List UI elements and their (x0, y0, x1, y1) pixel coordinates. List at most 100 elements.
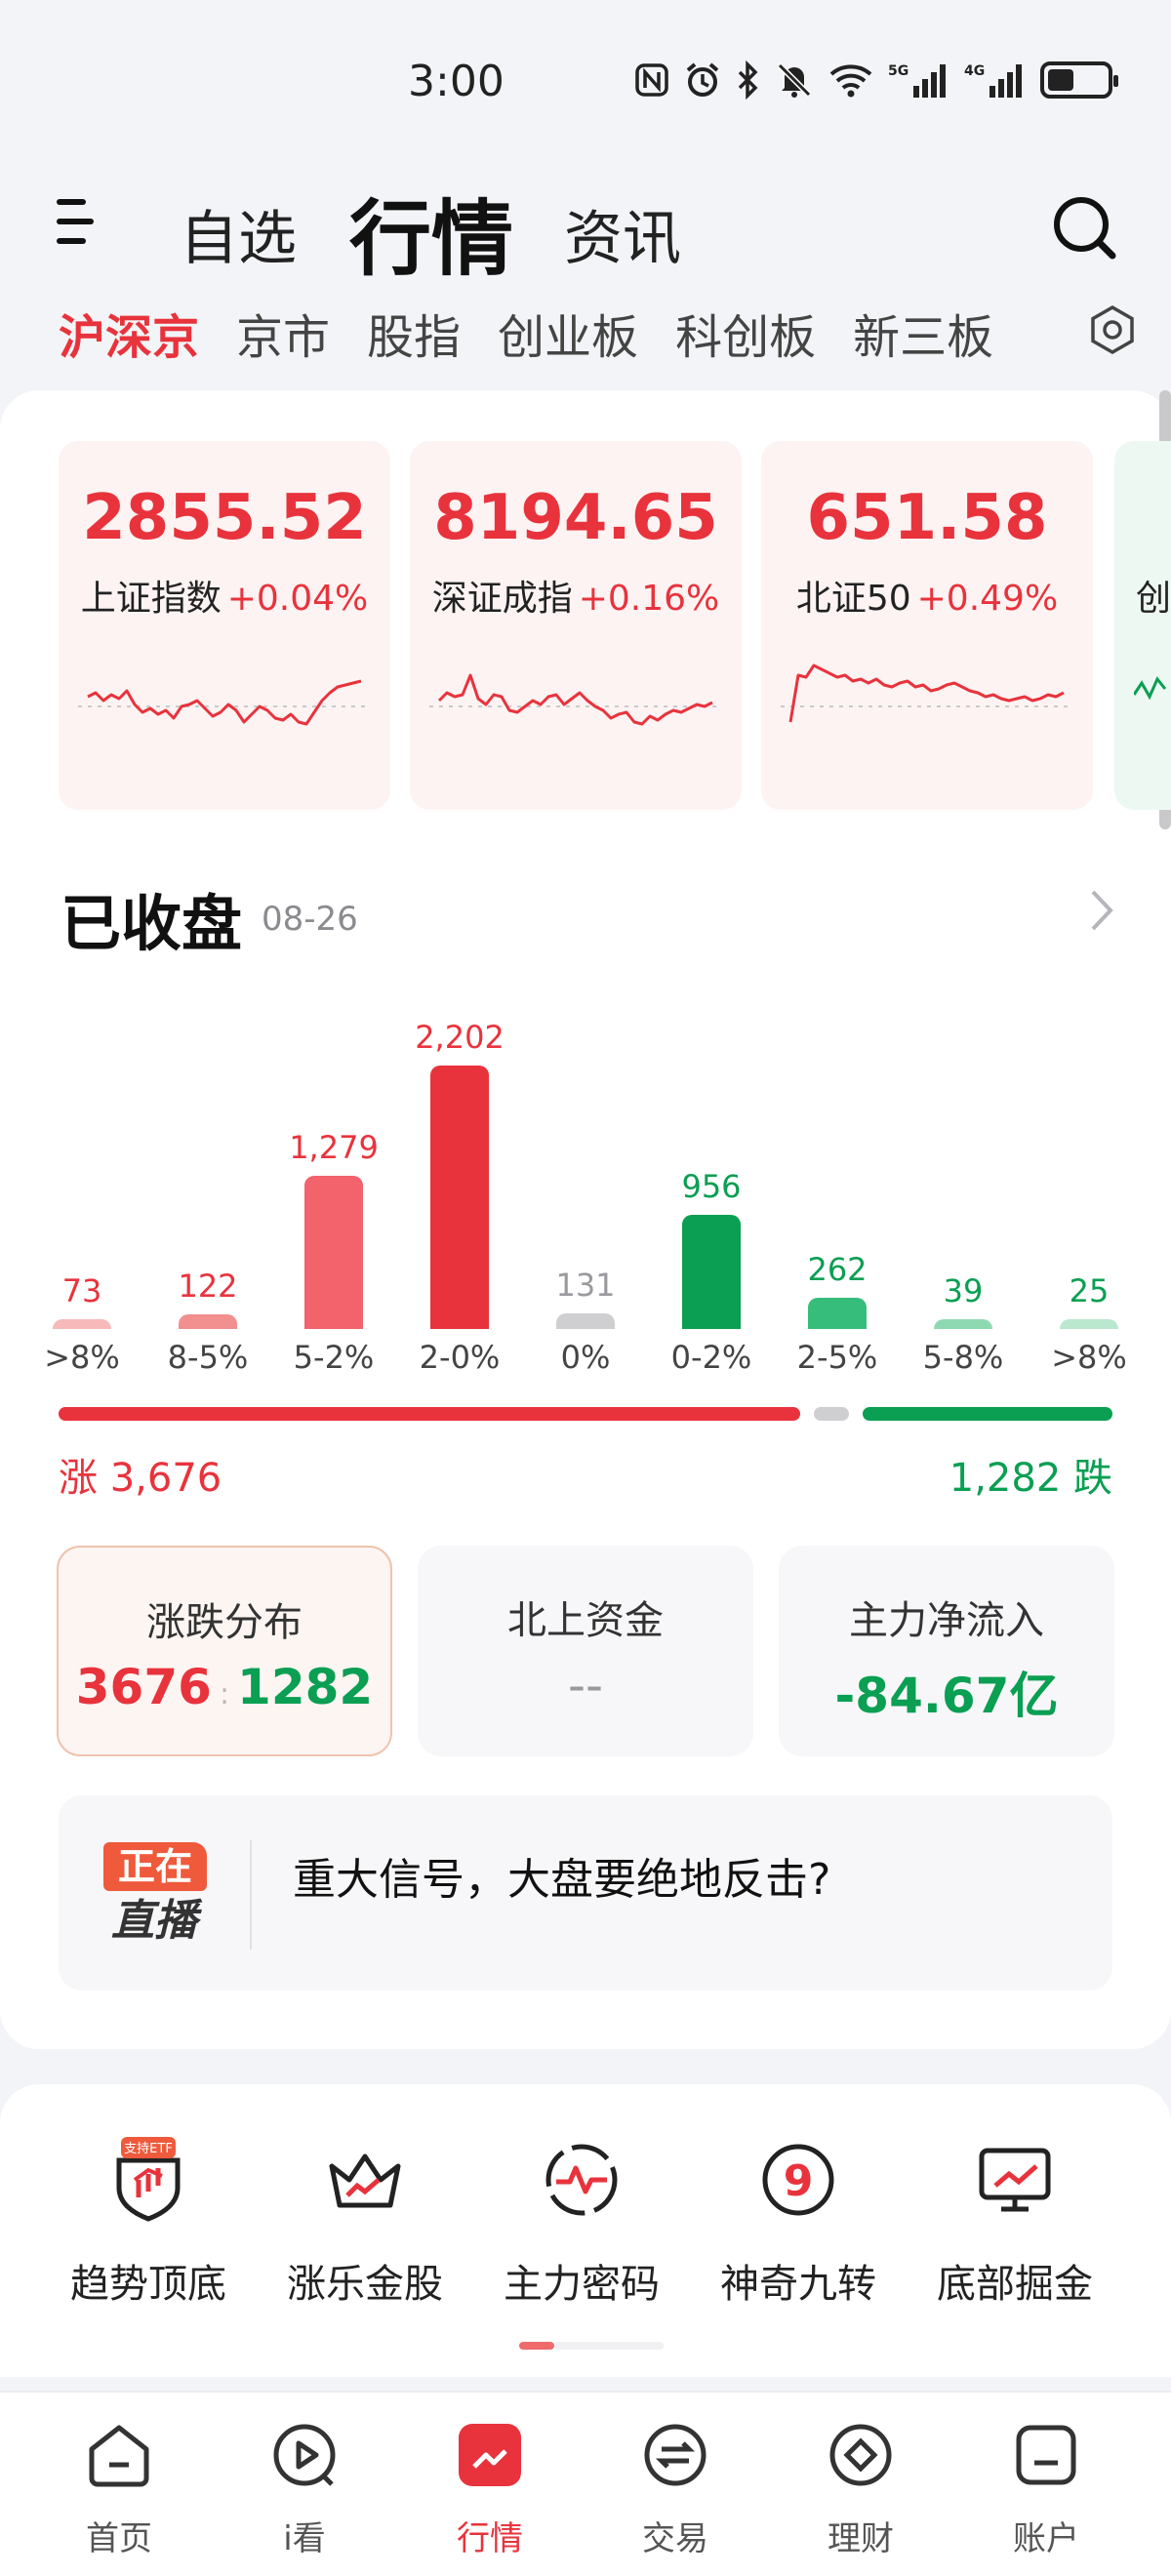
menu-icon[interactable] (57, 195, 101, 250)
nav-label: 账户 (1013, 2519, 1079, 2558)
tab-news[interactable]: 资讯 (564, 191, 681, 276)
distribution-bar (179, 1314, 237, 1329)
diamond-icon (829, 2424, 892, 2486)
live-badge-top: 正在 (103, 1842, 207, 1891)
subtabs-fade (986, 293, 1064, 361)
live-banner[interactable]: 正在 直播 重大信号，大盘要绝地反击? (59, 1795, 1112, 1991)
index-value: 651.58 (806, 482, 1048, 554)
pager-indicator (519, 2342, 554, 2350)
svg-text:支持ETF: 支持ETF (124, 2142, 173, 2156)
settings-hex-icon[interactable] (1085, 302, 1140, 357)
divider (250, 1840, 252, 1950)
account-icon (1016, 2425, 1076, 2485)
4g-signal-icon: 4G (964, 63, 1022, 98)
index-change: +0.04% (226, 579, 369, 619)
subtab-xinsanban[interactable]: 新三板 (853, 299, 993, 367)
nav-label: 首页 (86, 2519, 152, 2558)
tab-market[interactable]: 行情 (349, 174, 513, 292)
distribution-bar-value: 25 (1069, 1272, 1110, 1309)
subtab-hushenjing[interactable]: 沪深京 (59, 299, 199, 367)
distribution-bar (934, 1319, 992, 1329)
fall-portion-bar (862, 1407, 1112, 1421)
flat-portion-bar (813, 1407, 849, 1421)
nfc-icon (635, 63, 668, 97)
distribution-category-label: 8-5% (167, 1339, 249, 1376)
pager-track (554, 2342, 664, 2350)
distribution-bar (430, 1066, 489, 1329)
distribution-bar (53, 1319, 111, 1329)
index-card-peek[interactable]: 创 (1114, 441, 1171, 810)
index-name: 上证指数 (80, 579, 222, 619)
battery-icon (1040, 61, 1118, 99)
index-name: 深证成指 (431, 579, 573, 619)
svg-text:9: 9 (784, 2156, 814, 2206)
stat-card-main-inflow[interactable]: 主力净流入 -84.67亿 (779, 1546, 1114, 1756)
index-card-shenzhen[interactable]: 8194.65 深证成指 +0.16% (410, 441, 742, 810)
subtab-guzhi[interactable]: 股指 (367, 299, 461, 367)
exchange-icon (644, 2424, 707, 2486)
distribution-category-label: 2-5% (796, 1339, 878, 1376)
stat-value: -84.67亿 (834, 1668, 1059, 1724)
status-time: 3:00 (408, 57, 505, 106)
play-icon (273, 2424, 336, 2486)
rise-portion-bar (59, 1407, 800, 1421)
nav-label: 理财 (828, 2519, 894, 2558)
distribution-bar (682, 1214, 741, 1329)
search-icon[interactable] (1050, 193, 1118, 262)
distribution-bar-value: 2,202 (415, 1019, 505, 1056)
distribution-bar (304, 1176, 363, 1329)
status-bar: 3:00 5G 4G (0, 0, 1171, 166)
distribution-bar-value: 956 (681, 1167, 742, 1205)
subtab-jingshi[interactable]: 京市 (236, 299, 330, 367)
distribution-category-label: 5-2% (293, 1339, 375, 1376)
index-card-beizheng50[interactable]: 651.58 北证50 +0.49% (761, 441, 1093, 810)
rise-total: 涨 3,676 (59, 1456, 222, 1501)
5g-signal-icon: 5G (888, 63, 946, 98)
sparkline-path (437, 673, 713, 726)
crown-icon (329, 2153, 401, 2208)
status-icons: 5G 4G (634, 60, 1118, 100)
index-card-shanghai[interactable]: 2855.52 上证指数 +0.04% (59, 441, 390, 810)
nav-label: 交易 (642, 2519, 708, 2558)
distribution-category-label: 2-0% (419, 1339, 501, 1376)
distribution-category-label: >8% (44, 1339, 120, 1376)
chevron-right-icon[interactable] (1087, 888, 1116, 933)
sparkline-path (87, 679, 362, 726)
wifi-icon (829, 64, 872, 98)
live-badge-bottom: 直播 (111, 1896, 197, 1946)
mute-icon (777, 62, 812, 98)
tool-label: 趋势顶底 (70, 2262, 226, 2307)
home-icon (89, 2425, 149, 2487)
stat-title: 涨跌分布 (146, 1600, 303, 1645)
tab-watchlist[interactable]: 自选 (180, 191, 297, 276)
stat-fall-value: 1282 (237, 1659, 374, 1715)
sparkline-path (788, 664, 1065, 723)
distribution-category-label: 0% (560, 1339, 611, 1376)
live-badge: 正在 直播 (98, 1842, 211, 1948)
stat-title: 北上资金 (507, 1598, 664, 1643)
distribution-bar (1060, 1319, 1118, 1329)
stat-value: -- (567, 1657, 604, 1713)
nine-circle-icon: 9 (762, 2144, 834, 2216)
index-change: +0.16% (578, 579, 720, 619)
live-title: 重大信号，大盘要绝地反击? (293, 1855, 831, 1905)
stat-card-distribution[interactable]: 涨跌分布 3676:1282 (57, 1546, 392, 1756)
distribution-bar-value: 1,279 (289, 1129, 379, 1167)
distribution-bar-value: 122 (178, 1268, 238, 1306)
index-change: +0.49% (916, 579, 1059, 619)
subtab-chuangye[interactable]: 创业板 (498, 299, 638, 367)
distribution-bar-value: 262 (807, 1250, 868, 1288)
distribution-category-label: >8% (1051, 1339, 1127, 1376)
stat-rise-value: 3676 (75, 1659, 212, 1715)
tool-label: 涨乐金股 (287, 2262, 443, 2307)
stat-card-northbound[interactable]: 北上资金 -- (418, 1546, 753, 1756)
svg-text:5G: 5G (888, 63, 909, 79)
market-status-title: 已收盘 (61, 888, 243, 959)
rise-fall-distribution-chart[interactable]: 73 >8% 122 8-5% 1,279 5-2% 2,202 2-0% 131 0% 956 0-… (0, 976, 1171, 1405)
distribution-bar-value: 131 (555, 1266, 616, 1304)
index-name: 创 (1136, 579, 1171, 619)
sparkline (429, 673, 722, 726)
subtab-kechuang[interactable]: 科创板 (675, 299, 816, 367)
alarm-icon (686, 62, 719, 97)
trend-shield-icon: 支持ETF (116, 2137, 181, 2222)
